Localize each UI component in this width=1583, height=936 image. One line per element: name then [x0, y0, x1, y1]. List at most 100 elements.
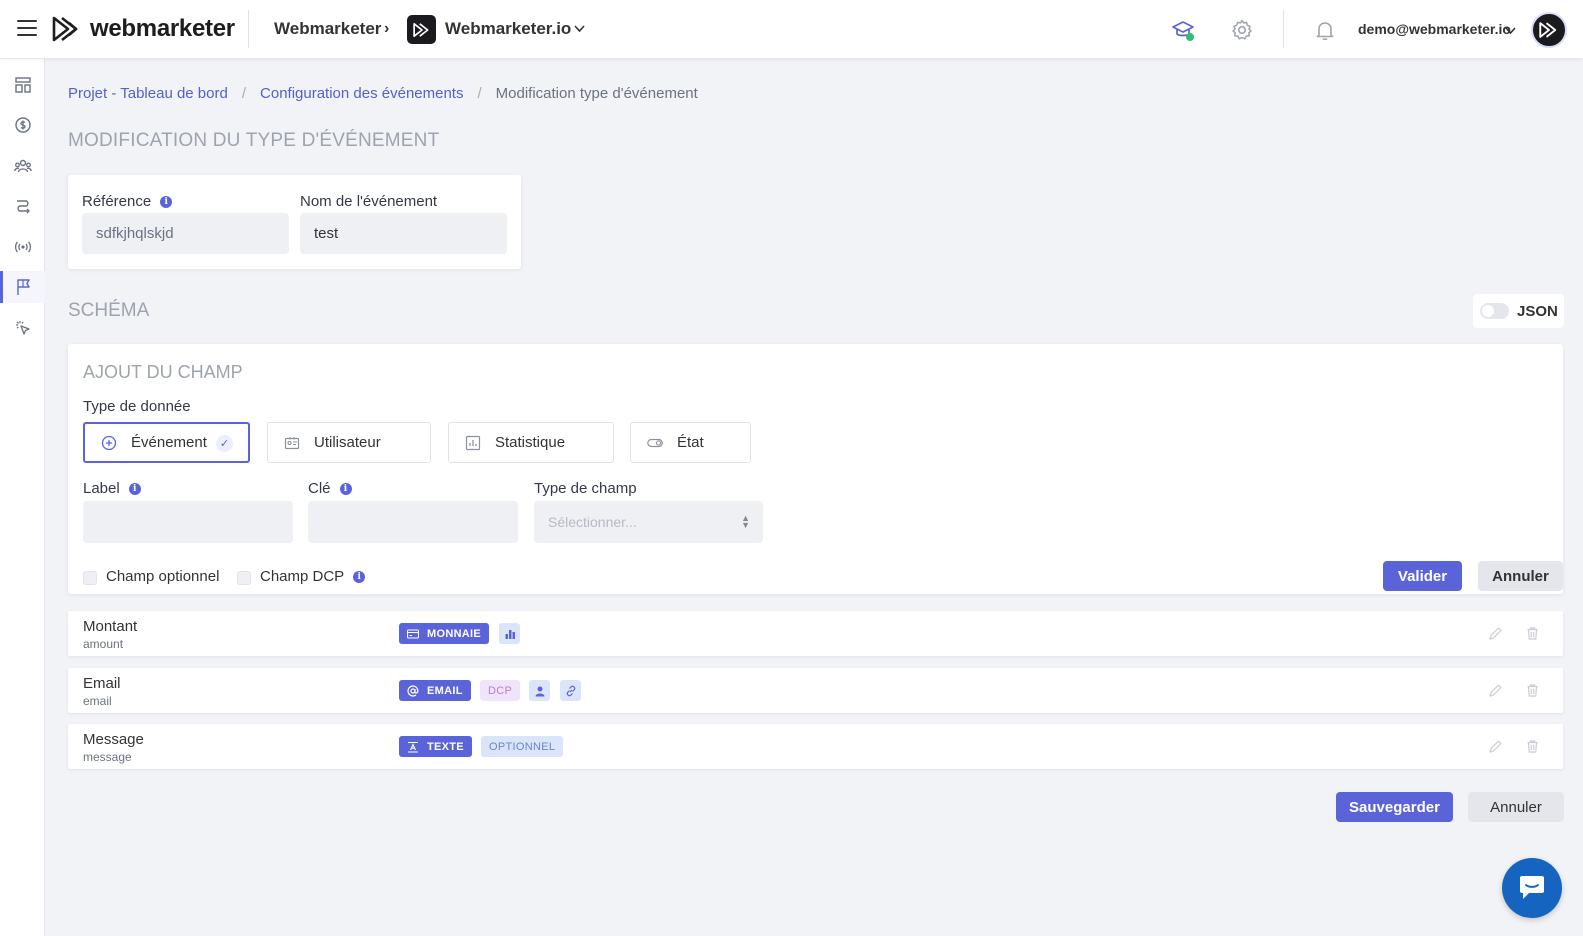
- reference-label: Référence i: [82, 193, 173, 210]
- at-sign-icon: [407, 684, 419, 697]
- user-icon: [535, 686, 544, 696]
- data-type-state[interactable]: État: [630, 422, 751, 463]
- field-title: Email: [83, 675, 121, 692]
- organization-name[interactable]: Webmarketer: [274, 19, 381, 39]
- breadcrumb-current: Modification type d'événement: [495, 85, 698, 102]
- info-icon[interactable]: i: [160, 195, 173, 208]
- validate-button[interactable]: Valider: [1383, 561, 1462, 591]
- event-info-card: Référence i sdfkjhqlskjd Nom de l'événem…: [68, 175, 521, 269]
- sidebar-item-sources[interactable]: [0, 231, 45, 263]
- page-title: MODIFICATION DU TYPE D'ÉVÉNEMENT: [68, 130, 440, 151]
- project-selector[interactable]: Webmarketer.io: [445, 19, 571, 39]
- breadcrumb-dashboard[interactable]: Projet - Tableau de bord: [68, 85, 228, 102]
- cancel-field-button[interactable]: Annuler: [1478, 561, 1563, 591]
- users-icon: [13, 159, 32, 173]
- text-icon: [408, 741, 418, 753]
- sidebar: [0, 59, 45, 936]
- label-field-label: Label i: [83, 480, 141, 497]
- data-type-label-text: Type de donnée: [83, 398, 191, 415]
- field-type-label: Type de champ: [534, 480, 637, 497]
- sidebar-item-events[interactable]: [0, 271, 45, 303]
- add-field-title: AJOUT DU CHAMP: [83, 362, 243, 382]
- field-title: Montant: [83, 618, 138, 635]
- data-type-event[interactable]: Événement ✓: [83, 422, 250, 463]
- cancel-button[interactable]: Annuler: [1468, 792, 1564, 822]
- dcp-tag-label: DCP: [488, 684, 513, 697]
- trash-icon[interactable]: [1525, 739, 1540, 754]
- save-button[interactable]: Sauvegarder: [1336, 792, 1453, 822]
- trash-icon[interactable]: [1525, 683, 1540, 698]
- sidebar-item-flows[interactable]: [0, 190, 45, 222]
- chevron-down-icon[interactable]: [1504, 24, 1517, 37]
- project-logo-icon: [412, 22, 428, 37]
- breadcrumb-separator: /: [477, 85, 482, 102]
- project-logo: [407, 15, 436, 44]
- field-row: Montant amount MONNAIE: [68, 611, 1563, 656]
- gear-icon[interactable]: [1230, 18, 1254, 42]
- info-icon[interactable]: i: [339, 482, 352, 495]
- data-type-statistic[interactable]: Statistique: [448, 422, 614, 463]
- chevron-down-icon[interactable]: [573, 22, 586, 35]
- menu-icon[interactable]: [17, 20, 37, 38]
- json-toggle-label: JSON: [1517, 302, 1558, 320]
- data-type-user[interactable]: Utilisateur: [267, 422, 431, 463]
- statistic-tag: [499, 623, 520, 644]
- key-field-label-text: Clé: [308, 480, 331, 497]
- type-tag: MONNAIE: [399, 623, 490, 644]
- bar-chart-icon: [465, 435, 481, 450]
- optional-checkbox[interactable]: [83, 571, 97, 585]
- field-key: email: [83, 694, 112, 708]
- event-name-input[interactable]: test: [300, 213, 507, 254]
- field-row: Message message TEXTE OPTIONNEL: [68, 724, 1563, 769]
- add-field-card: [68, 344, 1563, 594]
- cursor-click-icon: [15, 321, 30, 335]
- academy-icon[interactable]: [1171, 18, 1195, 42]
- sidebar-item-tracking[interactable]: [0, 312, 45, 344]
- sidebar-item-audiences[interactable]: [0, 150, 45, 182]
- field-type-select[interactable]: Sélectionner... ▲ ▼: [534, 501, 763, 543]
- field-title: Message: [83, 731, 144, 748]
- logo-text: webmarketer: [90, 15, 235, 42]
- edit-icon[interactable]: [1488, 683, 1503, 698]
- sidebar-item-budget[interactable]: [0, 109, 45, 141]
- bell-icon[interactable]: [1313, 18, 1337, 42]
- optional-tag: OPTIONNEL: [481, 736, 564, 757]
- logo[interactable]: webmarketer: [52, 15, 235, 43]
- dcp-label: Champ DCP i: [260, 568, 366, 585]
- field-row: Email email EMAIL DCP: [68, 668, 1563, 713]
- type-tag-label: MONNAIE: [427, 627, 482, 640]
- divider: [1283, 10, 1284, 48]
- link-icon: [566, 685, 575, 696]
- user-email[interactable]: demo@webmarketer.io: [1358, 21, 1511, 37]
- breadcrumb-event-config[interactable]: Configuration des événements: [260, 85, 463, 102]
- edit-icon[interactable]: [1488, 626, 1503, 641]
- avatar-logo-icon: [1539, 22, 1557, 38]
- field-key: amount: [83, 637, 124, 651]
- money-circle-icon: [14, 117, 31, 133]
- json-switch[interactable]: [1480, 303, 1509, 319]
- reference-input[interactable]: sdfkjhqlskjd: [82, 213, 289, 254]
- chat-button[interactable]: [1502, 858, 1562, 918]
- field-type-placeholder: Sélectionner...: [548, 514, 637, 530]
- field-key: message: [83, 750, 132, 764]
- key-input[interactable]: [308, 501, 518, 543]
- json-toggle[interactable]: JSON: [1473, 294, 1564, 328]
- logo-icon: [52, 16, 78, 42]
- flag-icon: [17, 279, 30, 295]
- breadcrumb: Projet - Tableau de bord / Configuration…: [68, 85, 698, 102]
- optional-label-text: Champ optionnel: [106, 568, 220, 585]
- info-icon[interactable]: i: [128, 482, 141, 495]
- trash-icon[interactable]: [1525, 626, 1540, 641]
- dcp-tag: DCP: [480, 680, 521, 701]
- dcp-checkbox[interactable]: [237, 571, 251, 585]
- label-input[interactable]: [83, 501, 293, 543]
- event-name-label-text: Nom de l'événement: [300, 193, 438, 210]
- edit-icon[interactable]: [1488, 739, 1503, 754]
- avatar[interactable]: [1531, 12, 1567, 48]
- route-icon: [16, 200, 30, 214]
- info-icon[interactable]: i: [353, 570, 366, 583]
- data-type-event-label: Événement: [131, 434, 207, 451]
- sidebar-item-dashboard[interactable]: [0, 69, 45, 101]
- type-tag: EMAIL: [399, 680, 471, 701]
- chevron-right-icon: ›: [384, 20, 390, 37]
